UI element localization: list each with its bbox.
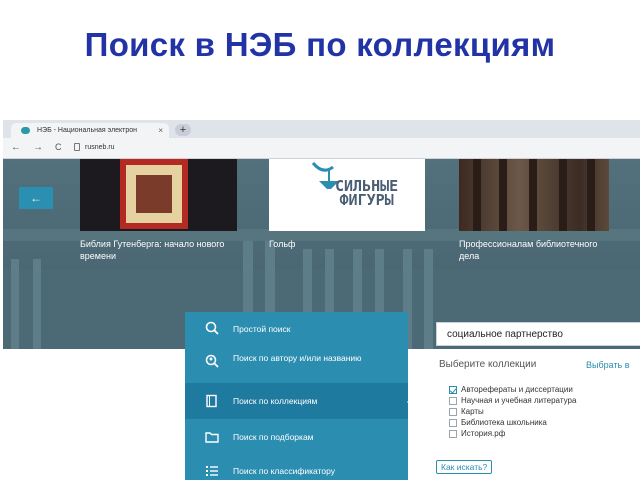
checkbox[interactable] <box>449 408 457 416</box>
tab-title: НЭБ - Национальная электрон <box>37 127 138 134</box>
menu-label: Поиск по коллекциям <box>233 396 318 406</box>
collection-label: Научная и учебная литература <box>461 396 577 405</box>
menu-label: Поиск по классификатору <box>233 466 335 476</box>
book-icon <box>206 394 217 408</box>
author-search-icon <box>205 354 219 368</box>
gutenberg-bible-card-image[interactable] <box>80 159 237 231</box>
new-tab-button[interactable]: + <box>175 124 191 136</box>
folder-icon <box>205 432 219 443</box>
search-input[interactable]: социальное партнерство <box>436 322 640 346</box>
url-field[interactable]: rusneb.ru <box>85 144 115 151</box>
golf-logo-line2: ФИГУРЫ <box>339 191 394 209</box>
bible-page-image <box>120 159 188 229</box>
slide-title: Поиск в НЭБ по коллекциям <box>84 26 556 63</box>
checkbox[interactable] <box>449 397 457 405</box>
menu-item-collections-search[interactable]: Поиск по коллекциям <box>185 383 413 419</box>
address-bar: ← → C rusneb.ru <box>3 138 640 159</box>
menu-item-selections-search[interactable]: Поиск по подборкам <box>185 419 408 455</box>
search-area: Простой поиск Поиск по автору и/или назв… <box>3 312 640 480</box>
collections-list: Авторефераты и диссертации Научная и уче… <box>449 385 576 440</box>
menu-label: Поиск по подборкам <box>233 432 314 442</box>
collection-label: Карты <box>461 407 484 416</box>
close-tab-icon[interactable]: × <box>158 126 163 135</box>
collection-label: Авторефераты и диссертации <box>461 385 573 394</box>
lock-icon <box>74 143 80 151</box>
menu-item-simple-search[interactable]: Простой поиск <box>185 312 408 348</box>
choose-collections-label: Выберите коллекции <box>439 359 537 370</box>
checkbox[interactable] <box>449 430 457 438</box>
checkbox-checked[interactable] <box>449 386 457 394</box>
browser-tab[interactable]: НЭБ - Национальная электрон × <box>11 123 169 138</box>
menu-label: Простой поиск <box>233 324 291 334</box>
active-indicator <box>407 397 413 407</box>
menu-label: Поиск по автору и/или названию <box>233 353 362 363</box>
magnifier-icon <box>205 321 219 335</box>
site-content: ← Библия Гутенберга: начало нового време… <box>3 159 640 480</box>
professionals-card-image[interactable] <box>459 159 609 231</box>
nel-favicon-icon <box>21 127 30 134</box>
collection-item[interactable]: Карты <box>449 407 576 418</box>
checkbox[interactable] <box>449 419 457 427</box>
collection-item[interactable]: Научная и учебная литература <box>449 396 576 407</box>
golf-card-image[interactable]: СИЛЬНЫЕ ФИГУРЫ <box>269 159 425 231</box>
how-to-search-button[interactable]: Как искать? <box>436 460 493 474</box>
gutenberg-bible-card-title[interactable]: Библия Гутенберга: начало нового времени <box>80 238 240 262</box>
collection-item[interactable]: История.рф <box>449 429 576 440</box>
reload-icon[interactable]: C <box>55 142 62 152</box>
golf-card-title[interactable]: Гольф <box>269 238 429 250</box>
menu-item-author-search[interactable]: Поиск по автору и/или названию <box>185 345 408 383</box>
collection-label: Библиотека школьника <box>461 418 547 427</box>
browser-screenshot: НЭБ - Национальная электрон × + ← → C ru… <box>3 120 640 480</box>
search-type-menu: Простой поиск Поиск по автору и/или назв… <box>185 312 413 480</box>
tab-strip: НЭБ - Национальная электрон × + <box>3 120 640 138</box>
forward-arrow-icon[interactable]: → <box>33 142 43 153</box>
collection-label: История.рф <box>461 429 506 438</box>
list-icon <box>206 466 218 476</box>
select-all-link[interactable]: Выбрать в <box>586 360 630 370</box>
menu-item-classifier-search[interactable]: Поиск по классификатору <box>185 455 408 480</box>
professionals-card-title[interactable]: Профессионалам библиотечного дела <box>459 238 619 262</box>
collection-item[interactable]: Авторефераты и диссертации <box>449 385 576 396</box>
collection-item[interactable]: Библиотека школьника <box>449 418 576 429</box>
back-arrow-icon[interactable]: ← <box>11 142 21 153</box>
carousel-back-button[interactable]: ← <box>19 187 53 209</box>
golf-logo-text: СИЛЬНЫЕ ФИГУРЫ <box>335 179 398 209</box>
